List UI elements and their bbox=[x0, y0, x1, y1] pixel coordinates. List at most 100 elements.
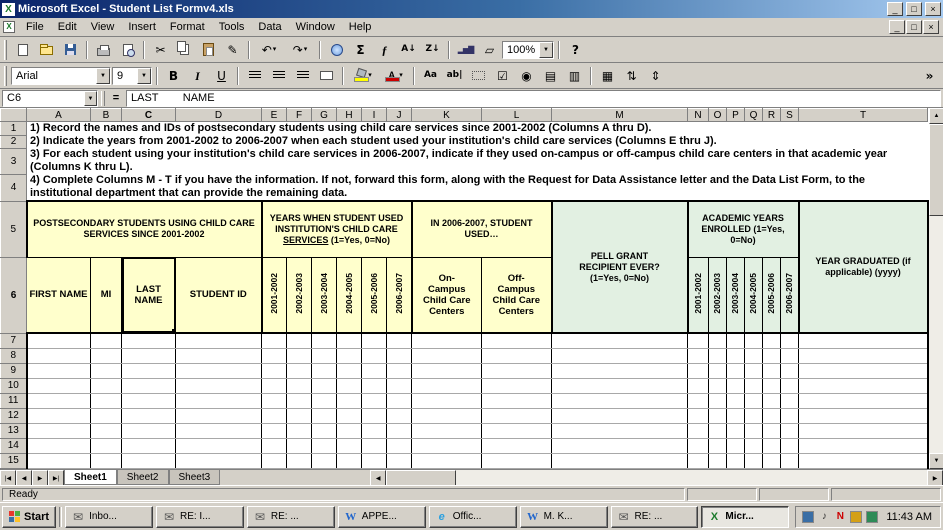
list-box-control-button[interactable]: ▤ bbox=[539, 65, 562, 86]
cell-N11[interactable] bbox=[688, 393, 709, 408]
vertical-scrollbar[interactable]: ▲ ▼ bbox=[929, 108, 943, 469]
cell-T13[interactable] bbox=[799, 423, 928, 438]
cell-E9[interactable] bbox=[262, 363, 287, 378]
cell-R9[interactable] bbox=[763, 363, 781, 378]
menu-insert[interactable]: Insert bbox=[121, 19, 163, 35]
cell-B9[interactable] bbox=[91, 363, 122, 378]
instruction-3[interactable]: 3) For each student using your instituti… bbox=[27, 148, 928, 174]
help-button[interactable]: ? bbox=[564, 39, 587, 60]
header-graduated-group[interactable]: YEAR GRADUATED (if applicable) (yyyy) bbox=[799, 201, 928, 333]
cell-N10[interactable] bbox=[688, 378, 709, 393]
cell-F15[interactable] bbox=[287, 453, 312, 468]
cell-K7[interactable] bbox=[412, 333, 482, 348]
row-header-4[interactable]: 4 bbox=[1, 174, 27, 201]
menu-tools[interactable]: Tools bbox=[212, 19, 252, 35]
header-mi[interactable]: MI bbox=[91, 257, 122, 333]
cell-B7[interactable] bbox=[91, 333, 122, 348]
cell-H7[interactable] bbox=[337, 333, 362, 348]
header-enrolled-group[interactable]: ACADEMIC YEARS ENROLLED (1=Yes, 0=No) bbox=[688, 201, 799, 257]
cell-N15[interactable] bbox=[688, 453, 709, 468]
cell-B13[interactable] bbox=[91, 423, 122, 438]
cell-C13[interactable] bbox=[122, 423, 176, 438]
cell-G13[interactable] bbox=[312, 423, 337, 438]
cell-F8[interactable] bbox=[287, 348, 312, 363]
cell-H11[interactable] bbox=[337, 393, 362, 408]
cell-N14[interactable] bbox=[688, 438, 709, 453]
column-header-F[interactable]: F bbox=[287, 109, 312, 122]
cell-I12[interactable] bbox=[362, 408, 387, 423]
cell-R13[interactable] bbox=[763, 423, 781, 438]
header-year-enrolled-2003-2004[interactable]: 2003-2004 bbox=[727, 257, 745, 333]
column-header-C[interactable]: C bbox=[122, 109, 176, 122]
cell-T14[interactable] bbox=[799, 438, 928, 453]
cell-C15[interactable] bbox=[122, 453, 176, 468]
cell-F14[interactable] bbox=[287, 438, 312, 453]
font-name-dropdown-icon[interactable]: ▼ bbox=[96, 68, 110, 84]
paste-function-button[interactable]: ƒ bbox=[373, 39, 396, 60]
header-year-enrolled-2002-2003[interactable]: 2002-2003 bbox=[709, 257, 727, 333]
new-workbook-button[interactable] bbox=[11, 39, 34, 60]
cell-D14[interactable] bbox=[176, 438, 262, 453]
cell-S13[interactable] bbox=[781, 423, 799, 438]
column-header-G[interactable]: G bbox=[312, 109, 337, 122]
cell-J8[interactable] bbox=[387, 348, 412, 363]
cell-C10[interactable] bbox=[122, 378, 176, 393]
cell-P11[interactable] bbox=[727, 393, 745, 408]
cell-R8[interactable] bbox=[763, 348, 781, 363]
taskbar-item[interactable]: eOffic... bbox=[429, 506, 517, 528]
cell-B10[interactable] bbox=[91, 378, 122, 393]
taskbar-item[interactable]: ✉RE: I... bbox=[156, 506, 244, 528]
cell-O12[interactable] bbox=[709, 408, 727, 423]
cell-A7[interactable] bbox=[27, 333, 91, 348]
save-button[interactable] bbox=[59, 39, 82, 60]
cell-F7[interactable] bbox=[287, 333, 312, 348]
redo-button[interactable]: ↷▾ bbox=[285, 39, 315, 60]
cell-O15[interactable] bbox=[709, 453, 727, 468]
cell-M14[interactable] bbox=[552, 438, 688, 453]
cell-G11[interactable] bbox=[312, 393, 337, 408]
cell-M7[interactable] bbox=[552, 333, 688, 348]
header-on-campus[interactable]: On-Campus Child Care Centers bbox=[412, 257, 482, 333]
menu-view[interactable]: View bbox=[84, 19, 122, 35]
group-box-control-button[interactable] bbox=[467, 65, 490, 86]
tray-icon-2[interactable]: ♪ bbox=[818, 511, 830, 523]
underline-button[interactable]: U bbox=[210, 65, 233, 86]
header-year-used-2002-2003[interactable]: 2002-2003 bbox=[287, 257, 312, 333]
header-year-used-2001-2002[interactable]: 2001-2002 bbox=[262, 257, 287, 333]
taskbar-item[interactable]: WAPPE... bbox=[338, 506, 426, 528]
cell-J14[interactable] bbox=[387, 438, 412, 453]
cell-P7[interactable] bbox=[727, 333, 745, 348]
header-off-campus[interactable]: Off-Campus Child Care Centers bbox=[482, 257, 552, 333]
cell-Q15[interactable] bbox=[745, 453, 763, 468]
sheet-tab-sheet1[interactable]: Sheet1 bbox=[64, 470, 117, 485]
cell-E14[interactable] bbox=[262, 438, 287, 453]
cell-J15[interactable] bbox=[387, 453, 412, 468]
column-header-B[interactable]: B bbox=[91, 109, 122, 122]
cell-F12[interactable] bbox=[287, 408, 312, 423]
maximize-button[interactable]: □ bbox=[906, 2, 922, 16]
cell-C11[interactable] bbox=[122, 393, 176, 408]
insert-hyperlink-button[interactable] bbox=[325, 39, 348, 60]
cell-L9[interactable] bbox=[482, 363, 552, 378]
cell-O10[interactable] bbox=[709, 378, 727, 393]
cell-K9[interactable] bbox=[412, 363, 482, 378]
cell-Q14[interactable] bbox=[745, 438, 763, 453]
cell-S12[interactable] bbox=[781, 408, 799, 423]
row-header-8[interactable]: 8 bbox=[1, 348, 27, 363]
cell-I15[interactable] bbox=[362, 453, 387, 468]
workbook-restore-button[interactable]: □ bbox=[906, 20, 922, 34]
header-pell-group[interactable]: PELL GRANT RECIPIENT EVER? (1=Yes, 0=No) bbox=[552, 201, 688, 333]
undo-button[interactable]: ↶▾ bbox=[254, 39, 284, 60]
toolbar-grip[interactable] bbox=[4, 66, 7, 86]
menu-help[interactable]: Help bbox=[342, 19, 379, 35]
fill-color-button[interactable]: ▾ bbox=[348, 65, 378, 86]
scroll-down-button[interactable]: ▼ bbox=[929, 453, 943, 469]
cell-Q11[interactable] bbox=[745, 393, 763, 408]
cell-J11[interactable] bbox=[387, 393, 412, 408]
cell-L7[interactable] bbox=[482, 333, 552, 348]
cell-I9[interactable] bbox=[362, 363, 387, 378]
menu-format[interactable]: Format bbox=[163, 19, 212, 35]
menu-window[interactable]: Window bbox=[289, 19, 342, 35]
cell-P14[interactable] bbox=[727, 438, 745, 453]
horizontal-scrollbar[interactable]: ◀ ▶ bbox=[370, 470, 943, 485]
